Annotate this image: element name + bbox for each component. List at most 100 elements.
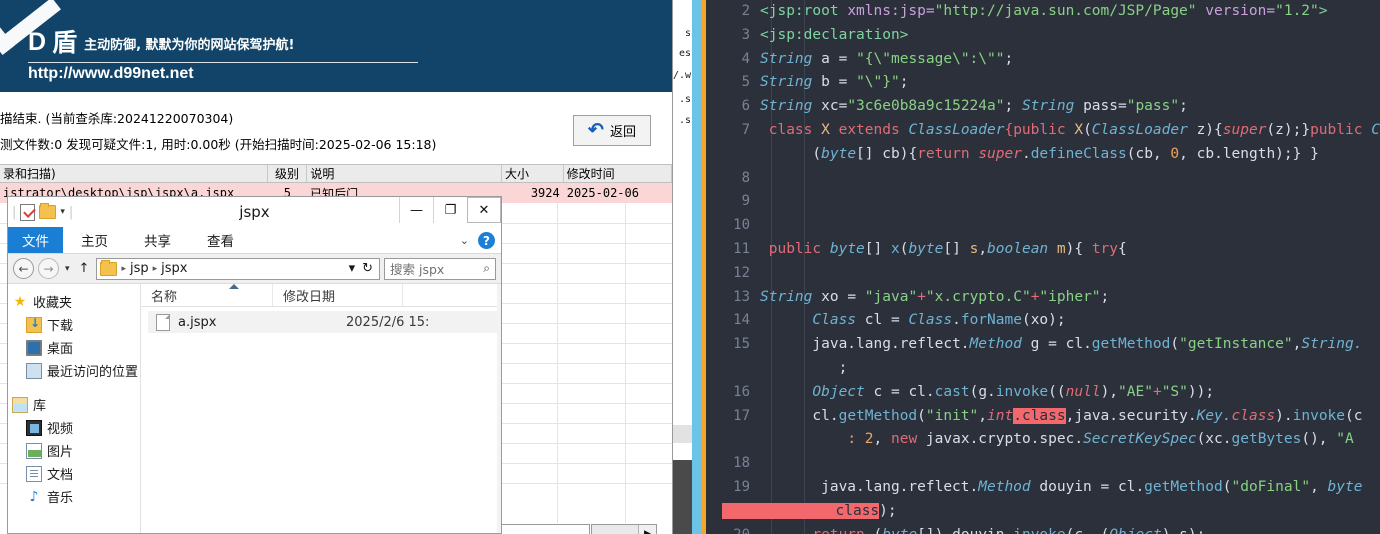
sidebar-label: 文档 [47,468,74,483]
explorer-titlebar[interactable]: | ▾ | jspx — ❐ ✕ [8,197,501,227]
stepper-next-icon[interactable]: ▶ [638,525,656,534]
code-line: <jsp:root xmlns:jsp="http://java.sun.com… [760,3,1328,19]
breadcrumb-segment-jspx[interactable]: jspx [161,261,187,276]
sidebar-item-documents[interactable]: 文档 [8,462,140,485]
value-stepper[interactable]: ▶ [591,524,657,534]
code-line: String xc="3c6e0b8a9c15224a"; String pas… [760,98,1188,115]
sliver-scrollbar[interactable] [673,425,692,443]
dshield-banner: D 盾 主动防御, 默默为你的网站保驾护航! http://www.d99net… [0,0,672,92]
sidebar-item-desktop[interactable]: 桌面 [8,336,140,359]
sliver-text-fragment: .s [678,115,691,126]
sidebar-item-downloads[interactable]: 下载 [8,313,140,336]
sidebar-item-music[interactable]: ♪ 音乐 [8,485,140,508]
code-line: Class cl = Class.forName(xo); [812,312,1066,329]
sidebar-label: 图片 [47,445,74,460]
forward-icon[interactable]: → [38,258,59,279]
scan-path-input[interactable] [500,524,590,534]
logo-letter-d: D [28,28,46,56]
sliver-dark-region [673,460,692,534]
editor-code-area[interactable]: 2 <jsp:root xmlns:jsp="http://java.sun.co… [706,0,1380,534]
pictures-icon [26,442,42,459]
line-number: 17 [733,407,750,424]
path-breadcrumb[interactable]: ▸ jsp ▸ jspx ▾ ↻ [96,257,380,280]
sidebar-item-recent-places[interactable]: 最近访问的位置 [8,359,140,382]
file-name: a.jspx [178,314,217,330]
line-number: 13 [733,288,750,305]
cell-mtime: 2025-02-06 [566,186,639,200]
search-placeholder: 搜索 jspx [390,262,445,277]
file-list-header: 名称 修改日期 [141,284,501,307]
search-icon[interactable]: ⌕ [483,261,490,276]
background-window-sliver[interactable]: s es /.w .s .s [672,0,692,534]
search-highlight: class [835,502,880,519]
line-number: 16 [733,383,750,400]
tab-share[interactable]: 共享 [126,227,189,253]
line-number: 9 [741,193,750,210]
line-number: 6 [741,98,750,115]
music-icon: ♪ [29,488,39,505]
history-dropdown-icon[interactable]: ▾ [63,264,72,274]
sidebar-item-pictures[interactable]: 图片 [8,439,140,462]
code-line: (byte[] cb){return super.defineClass(cb,… [812,145,1319,162]
line-number: 10 [733,217,750,234]
column-size[interactable]: 大小 [502,165,564,182]
column-path[interactable]: 录和扫描) [0,165,268,182]
column-name[interactable]: 名称 [141,284,273,306]
back-icon[interactable]: ← [13,258,34,279]
sidebar-label: 音乐 [47,491,74,506]
desktop-icon [26,339,42,356]
sliver-text-fragment: s [684,28,691,39]
search-input[interactable]: 搜索 jspx ⌕ [384,257,496,280]
banner-divider [28,62,418,63]
line-number: 14 [733,312,750,329]
explorer-sidebar[interactable]: ★ 收藏夹 下载 桌面 最近访问的位置 库 [8,284,141,533]
tab-file[interactable]: 文件 [8,227,63,253]
sidebar-label: 库 [33,399,47,414]
dshield-slogan: 主动防御, 默默为你的网站保驾护航! [84,38,295,53]
file-list-item[interactable]: a.jspx 2025/2/6 15: [148,311,501,333]
maximize-button[interactable]: ❐ [433,197,467,223]
minimize-button[interactable]: — [399,197,433,223]
tab-view[interactable]: 查看 [189,227,252,253]
refresh-icon[interactable]: ↻ [362,261,373,276]
code-editor[interactable]: 2 <jsp:root xmlns:jsp="http://java.sun.co… [692,0,1380,534]
line-number: 2 [741,3,750,19]
line-number: 15 [733,336,750,353]
line-number: 5 [741,74,750,91]
line-number: 8 [741,169,750,186]
sidebar-group-favorites[interactable]: ★ 收藏夹 [8,290,140,313]
file-list-scrollbar[interactable] [497,284,501,533]
file-explorer-window[interactable]: | ▾ | jspx — ❐ ✕ 文件 主页 共享 查看 ⌄ ? ← → ▾ ↑… [7,196,502,534]
logo-char-dun: 盾 [52,28,78,57]
column-level[interactable]: 级别 [268,165,308,182]
undo-arrow-icon: ↶ [588,120,604,141]
sliver-text-fragment: .s [678,94,691,105]
line-number: 18 [733,455,750,472]
dshield-logo: D 盾 主动防御, 默默为你的网站保驾护航! [28,28,295,57]
tab-home[interactable]: 主页 [63,227,126,253]
path-dropdown-icon[interactable]: ▾ [349,261,356,276]
sidebar-item-videos[interactable]: 视频 [8,416,140,439]
table-header-row: 录和扫描) 级别 说明 大小 修改时间 [0,164,672,183]
column-desc[interactable]: 说明 [307,165,503,182]
editor-accent-stripe-blue [692,0,701,534]
sliver-text-fragment: es [678,48,691,59]
sidebar-label: 桌面 [47,342,74,357]
up-icon[interactable]: ↑ [76,261,93,276]
code-line: return (byte[]) douyin.invoke(c, (Object… [760,524,1205,534]
close-button[interactable]: ✕ [467,197,501,223]
scan-status-line-2: 测文件数:0 发现可疑文件:1, 用时:0.00秒 (开始扫描时间:2025-0… [0,137,437,152]
help-icon[interactable]: ? [478,232,495,249]
chevron-down-icon[interactable]: ⌄ [460,234,469,247]
column-mtime[interactable]: 修改时间 [564,165,672,182]
line-number: 12 [733,264,750,281]
back-button[interactable]: ↶ 返回 [573,115,651,146]
column-date[interactable]: 修改日期 [273,284,403,306]
ribbon-tabs: 文件 主页 共享 查看 ⌄ ? [8,227,501,254]
path-right-controls: ▾ ↻ [349,261,376,276]
search-highlight: .class [1013,407,1066,424]
breadcrumb-segment-jsp[interactable]: jsp [130,261,149,276]
line-number: 3 [741,26,750,43]
file-list-area[interactable]: 名称 修改日期 a.jspx 2025/2/6 15: [141,284,501,533]
sidebar-group-libraries[interactable]: 库 [8,393,140,416]
